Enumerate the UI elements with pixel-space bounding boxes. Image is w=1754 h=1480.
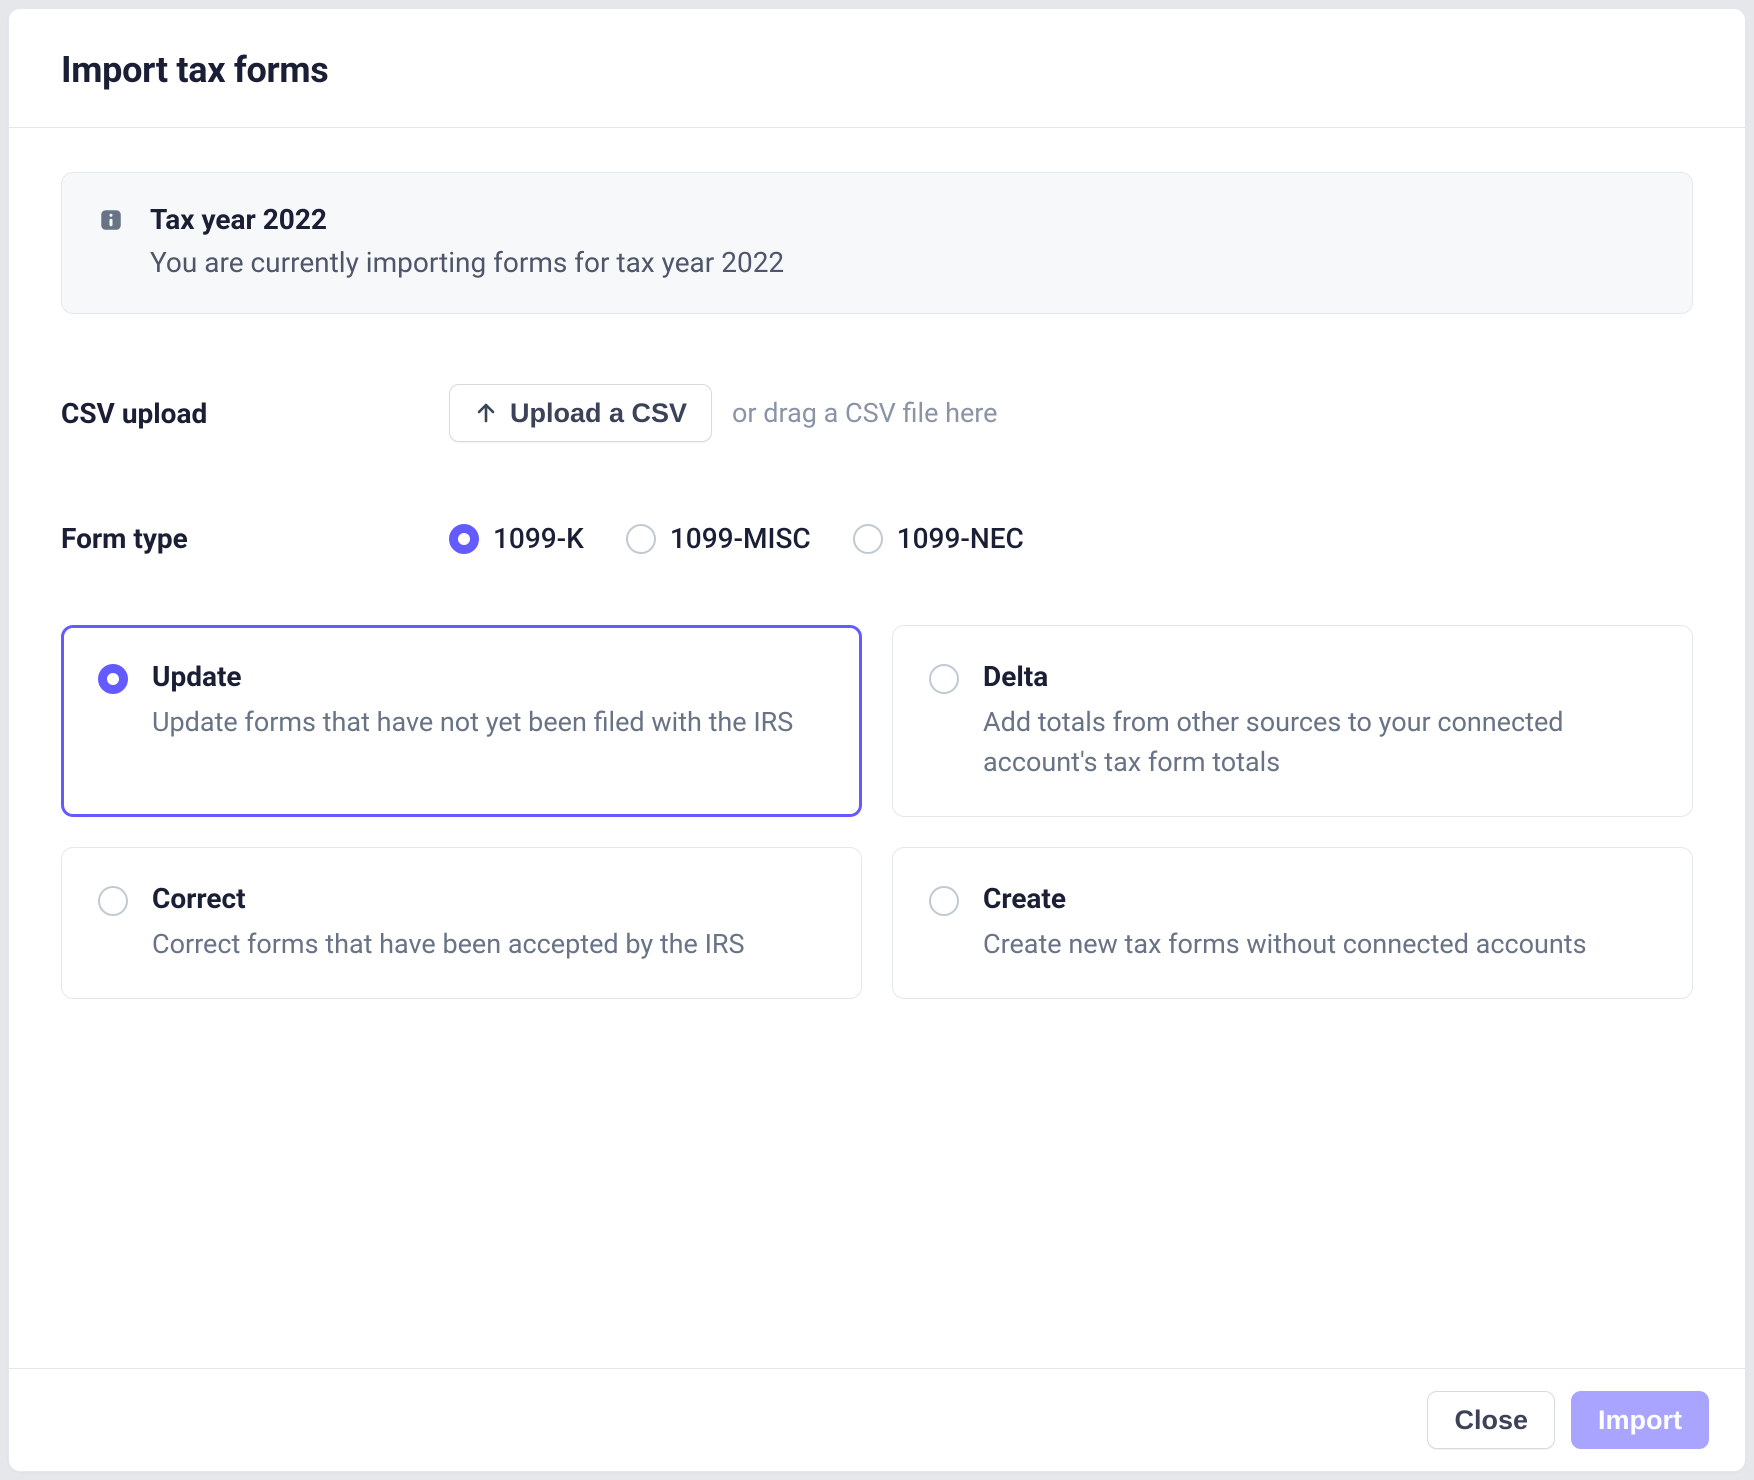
radio-label: 1099-K — [493, 522, 584, 555]
close-button[interactable]: Close — [1427, 1391, 1555, 1449]
card-content: Correct Correct forms that have been acc… — [152, 882, 745, 964]
form-type-1099-nec[interactable]: 1099-NEC — [853, 522, 1024, 555]
upload-csv-label: Upload a CSV — [510, 397, 687, 429]
card-title: Delta — [983, 660, 1656, 693]
banner-description: You are currently importing forms for ta… — [150, 246, 784, 279]
action-card-update[interactable]: Update Update forms that have not yet be… — [61, 625, 862, 816]
radio-label: 1099-MISC — [670, 522, 811, 555]
card-content: Delta Add totals from other sources to y… — [983, 660, 1656, 781]
radio-icon — [98, 886, 128, 916]
card-description: Add totals from other sources to your co… — [983, 703, 1656, 781]
form-type-1099-k[interactable]: 1099-K — [449, 522, 584, 555]
modal-footer: Close Import — [9, 1368, 1745, 1471]
import-tax-forms-modal: Import tax forms Tax year 2022 You are c… — [8, 8, 1746, 1472]
action-cards: Update Update forms that have not yet be… — [61, 625, 1693, 998]
card-content: Update Update forms that have not yet be… — [152, 660, 793, 742]
import-button[interactable]: Import — [1571, 1391, 1709, 1449]
modal-body: Tax year 2022 You are currently importin… — [9, 128, 1745, 1368]
form-type-label: Form type — [61, 522, 449, 555]
card-title: Update — [152, 660, 793, 693]
csv-upload-group: Upload a CSV or drag a CSV file here — [449, 384, 998, 442]
csv-upload-label: CSV upload — [61, 397, 449, 430]
radio-icon — [929, 886, 959, 916]
info-icon — [98, 207, 124, 233]
form-type-row: Form type 1099-K 1099-MISC 1099-NEC — [61, 522, 1693, 555]
card-description: Create new tax forms without connected a… — [983, 925, 1587, 964]
form-type-1099-misc[interactable]: 1099-MISC — [626, 522, 811, 555]
card-description: Correct forms that have been accepted by… — [152, 925, 745, 964]
banner-title: Tax year 2022 — [150, 203, 784, 236]
radio-icon — [929, 664, 959, 694]
card-description: Update forms that have not yet been file… — [152, 703, 793, 742]
radio-label: 1099-NEC — [897, 522, 1024, 555]
upload-csv-button[interactable]: Upload a CSV — [449, 384, 712, 442]
csv-upload-row: CSV upload Upload a CSV or drag a CSV fi… — [61, 384, 1693, 442]
action-card-correct[interactable]: Correct Correct forms that have been acc… — [61, 847, 862, 999]
radio-icon — [449, 524, 479, 554]
modal-header: Import tax forms — [9, 9, 1745, 128]
radio-icon — [98, 664, 128, 694]
csv-drag-hint: or drag a CSV file here — [732, 397, 997, 429]
banner-content: Tax year 2022 You are currently importin… — [150, 203, 784, 279]
radio-icon — [626, 524, 656, 554]
action-card-delta[interactable]: Delta Add totals from other sources to y… — [892, 625, 1693, 816]
card-title: Correct — [152, 882, 745, 915]
form-type-options: 1099-K 1099-MISC 1099-NEC — [449, 522, 1024, 555]
modal-title: Import tax forms — [61, 49, 1693, 91]
radio-icon — [853, 524, 883, 554]
action-card-create[interactable]: Create Create new tax forms without conn… — [892, 847, 1693, 999]
upload-arrow-icon — [474, 401, 498, 425]
tax-year-banner: Tax year 2022 You are currently importin… — [61, 172, 1693, 314]
card-content: Create Create new tax forms without conn… — [983, 882, 1587, 964]
card-title: Create — [983, 882, 1587, 915]
